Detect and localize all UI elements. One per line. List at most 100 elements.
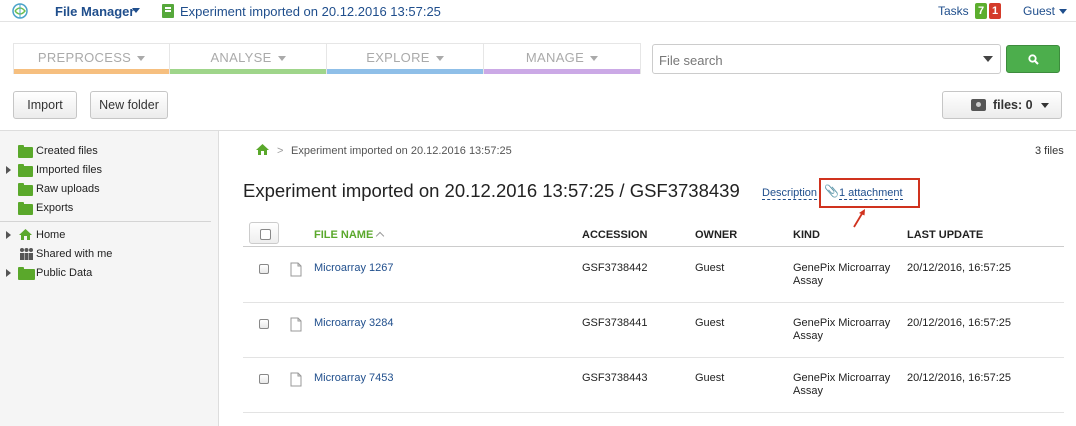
sidebar-item-label: Home: [36, 229, 66, 241]
document-icon: [290, 317, 302, 332]
sidebar-item-shared-with-me[interactable]: Shared with me: [18, 248, 112, 260]
column-label: FILE NAME: [314, 229, 374, 241]
tab-label: PREPROCESS: [37, 50, 132, 65]
expand-icon[interactable]: [6, 231, 11, 239]
paperclip-icon: 📎: [824, 184, 839, 198]
tasks-link[interactable]: Tasks: [938, 4, 969, 18]
sidebar-item-label: Exports: [36, 202, 74, 214]
accession-cell: GSF3738443: [582, 372, 648, 384]
kind-cell: GenePix Microarray Assay: [793, 372, 891, 397]
breadcrumb-separator: >: [277, 145, 284, 157]
top-bar: File Manager Experiment imported on 20.1…: [0, 0, 1076, 22]
tab-manage[interactable]: MANAGE: [484, 43, 641, 74]
column-owner[interactable]: OWNER: [695, 229, 737, 241]
chevron-down-icon: [435, 56, 444, 62]
file-name-link[interactable]: Microarray 3284: [314, 317, 393, 330]
tab-color-bar: [484, 69, 640, 74]
sidebar-item-raw-uploads[interactable]: Raw uploads: [18, 183, 100, 196]
sidebar-item-home[interactable]: Home: [18, 229, 65, 241]
folder-icon: [18, 267, 35, 280]
table-header: FILE NAME ACCESSION OWNER KIND LAST UPDA…: [243, 222, 1064, 247]
sidebar-item-public-data[interactable]: Public Data: [18, 267, 93, 280]
table-row[interactable]: Microarray 3284 GSF3738441 Guest GenePix…: [243, 303, 1064, 358]
sidebar-item-label: Shared with me: [36, 248, 113, 260]
chevron-down-icon[interactable]: [132, 8, 140, 13]
tasks-count-green-badge[interactable]: 7: [975, 3, 987, 19]
column-last-update[interactable]: LAST UPDATE: [907, 229, 983, 241]
owner-cell: Guest: [695, 317, 725, 329]
sidebar-item-imported-files[interactable]: Imported files: [18, 164, 103, 177]
tab-preprocess[interactable]: PREPROCESS: [13, 43, 170, 74]
experiment-icon: [162, 4, 174, 18]
tab-color-bar: [327, 69, 483, 74]
document-icon: [290, 262, 302, 277]
search-dropdown-icon[interactable]: [983, 56, 993, 62]
people-icon: [20, 248, 33, 260]
page-title: Experiment imported on 20.12.2016 13:57:…: [243, 180, 740, 201]
table-row[interactable]: Microarray 7453 GSF3738443 Guest GenePix…: [243, 358, 1064, 413]
sidebar-item-label: Imported files: [36, 164, 103, 176]
tab-analyse[interactable]: ANALYSE: [170, 43, 327, 74]
tab-label: MANAGE: [525, 50, 585, 65]
row-checkbox[interactable]: [259, 264, 269, 274]
chevron-down-icon[interactable]: [1059, 9, 1067, 14]
logo-icon[interactable]: [12, 3, 28, 19]
document-icon: [290, 372, 302, 387]
row-checkbox[interactable]: [259, 319, 269, 329]
kind-cell: GenePix Microarray Assay: [793, 317, 891, 342]
description-link[interactable]: Description: [762, 187, 818, 200]
sidebar-item-exports[interactable]: Exports: [18, 202, 74, 215]
accession-cell: GSF3738442: [582, 262, 648, 274]
tab-label: ANALYSE: [210, 50, 272, 65]
sidebar-item-label: Raw uploads: [36, 183, 100, 195]
folder-icon: [18, 183, 33, 196]
home-icon[interactable]: [255, 143, 270, 156]
sidebar-item-label: Public Data: [36, 267, 93, 279]
file-name-link[interactable]: Microarray 7453: [314, 372, 393, 385]
chevron-down-icon: [1041, 103, 1049, 108]
sidebar: Created files Imported files Raw uploads…: [0, 131, 219, 426]
file-count: 3 files: [1035, 145, 1064, 157]
files-count-label: files: 0: [993, 98, 1033, 112]
user-menu[interactable]: Guest: [1023, 4, 1055, 18]
file-name-link[interactable]: Microarray 1267: [314, 262, 393, 275]
table-row[interactable]: Microarray 1267 GSF3738442 Guest GenePix…: [243, 248, 1064, 303]
chevron-down-icon: [590, 56, 599, 62]
sidebar-item-created-files[interactable]: Created files: [18, 145, 98, 158]
search-button[interactable]: [1006, 45, 1060, 73]
experiment-title-link[interactable]: Experiment imported on 20.12.2016 13:57:…: [180, 4, 441, 19]
sidebar-item-label: Created files: [36, 145, 98, 157]
home-icon: [19, 229, 32, 240]
attachment-link[interactable]: 1 attachment: [839, 187, 903, 200]
tasks-count-red-badge[interactable]: 1: [989, 3, 1001, 19]
folder-icon: [18, 145, 33, 158]
breadcrumb-current: Experiment imported on 20.12.2016 13:57:…: [291, 145, 512, 157]
last-update-cell: 20/12/2016, 16:57:25: [907, 262, 1011, 274]
search-icon: [1028, 54, 1039, 65]
expand-icon[interactable]: [6, 166, 11, 174]
column-file-name[interactable]: FILE NAME: [314, 229, 385, 241]
column-accession[interactable]: ACCESSION: [582, 229, 647, 241]
accession-cell: GSF3738441: [582, 317, 648, 329]
row-checkbox[interactable]: [259, 374, 269, 384]
folder-icon: [18, 164, 33, 177]
owner-cell: Guest: [695, 372, 725, 384]
file-search-input[interactable]: File search: [652, 44, 1001, 74]
folder-icon: [18, 202, 33, 215]
expand-icon[interactable]: [6, 269, 11, 277]
import-button[interactable]: Import: [13, 91, 77, 119]
sort-ascending-icon: [376, 231, 385, 241]
chevron-down-icon: [137, 56, 146, 62]
new-folder-button[interactable]: New folder: [90, 91, 168, 119]
tab-color-bar: [170, 69, 326, 74]
files-selection-button[interactable]: files: 0: [942, 91, 1062, 119]
tab-explore[interactable]: EXPLORE: [327, 43, 484, 74]
select-all-checkbox[interactable]: [249, 222, 279, 244]
camera-icon: [971, 99, 986, 111]
last-update-cell: 20/12/2016, 16:57:25: [907, 372, 1011, 384]
app-menu[interactable]: File Manager: [55, 4, 134, 19]
sidebar-divider: [0, 221, 211, 222]
column-kind[interactable]: KIND: [793, 229, 820, 241]
last-update-cell: 20/12/2016, 16:57:25: [907, 317, 1011, 329]
owner-cell: Guest: [695, 262, 725, 274]
